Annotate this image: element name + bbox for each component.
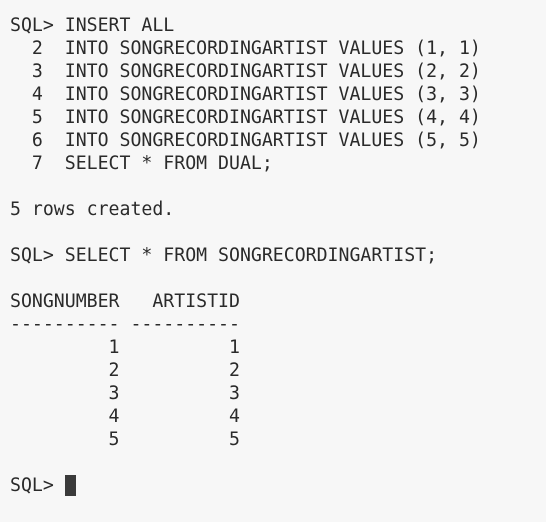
row-text: 2 2: [10, 360, 240, 381]
row-text: 3 3: [10, 383, 240, 404]
command-text: 6 INTO SONGRECORDINGARTIST VALUES (5, 5): [10, 130, 481, 151]
command-text: 7 SELECT * FROM DUAL;: [10, 153, 273, 174]
command-text: SQL> SELECT * FROM SONGRECORDINGARTIST;: [10, 245, 438, 266]
terminal-line: 3 INTO SONGRECORDINGARTIST VALUES (2, 2): [10, 60, 546, 83]
terminal-line: 7 SELECT * FROM DUAL;: [10, 152, 546, 175]
command-text: 4 INTO SONGRECORDINGARTIST VALUES (3, 3): [10, 84, 481, 105]
table-separator: ---------- ----------: [10, 313, 546, 336]
row-text: 1 1: [10, 337, 240, 358]
command-text: 2 INTO SONGRECORDINGARTIST VALUES (1, 1): [10, 38, 481, 59]
prompt-text: SQL>: [10, 475, 65, 496]
terminal-line: 4 INTO SONGRECORDINGARTIST VALUES (3, 3): [10, 83, 546, 106]
terminal-line: SQL> INSERT ALL: [10, 14, 546, 37]
row-text: 5 5: [10, 429, 240, 450]
text-cursor[interactable]: [64, 475, 76, 496]
command-text: SQL> INSERT ALL: [10, 15, 175, 36]
table-row: 1 1: [10, 336, 546, 359]
terminal-line: SQL> SELECT * FROM SONGRECORDINGARTIST;: [10, 244, 546, 267]
table-row: 5 5: [10, 428, 546, 451]
table-row: 2 2: [10, 359, 546, 382]
table-row: 3 3: [10, 382, 546, 405]
column-headers: SONGNUMBER ARTISTID: [10, 291, 240, 312]
terminal-line: 5 rows created.: [10, 198, 546, 221]
terminal-line: 2 INTO SONGRECORDINGARTIST VALUES (1, 1): [10, 37, 546, 60]
row-text: 4 4: [10, 406, 240, 427]
table-header: SONGNUMBER ARTISTID: [10, 290, 546, 313]
terminal-line: 6 INTO SONGRECORDINGARTIST VALUES (5, 5): [10, 129, 546, 152]
prompt-line[interactable]: SQL>: [10, 474, 546, 497]
output-text: 5 rows created.: [10, 199, 175, 220]
terminal-line: 5 INTO SONGRECORDINGARTIST VALUES (4, 4): [10, 106, 546, 129]
table-row: 4 4: [10, 405, 546, 428]
command-text: 3 INTO SONGRECORDINGARTIST VALUES (2, 2): [10, 61, 481, 82]
separator-text: ---------- ----------: [10, 314, 240, 335]
command-text: 5 INTO SONGRECORDINGARTIST VALUES (4, 4): [10, 107, 481, 128]
sql-terminal[interactable]: SQL> INSERT ALL 2 INTO SONGRECORDINGARTI…: [0, 0, 546, 522]
